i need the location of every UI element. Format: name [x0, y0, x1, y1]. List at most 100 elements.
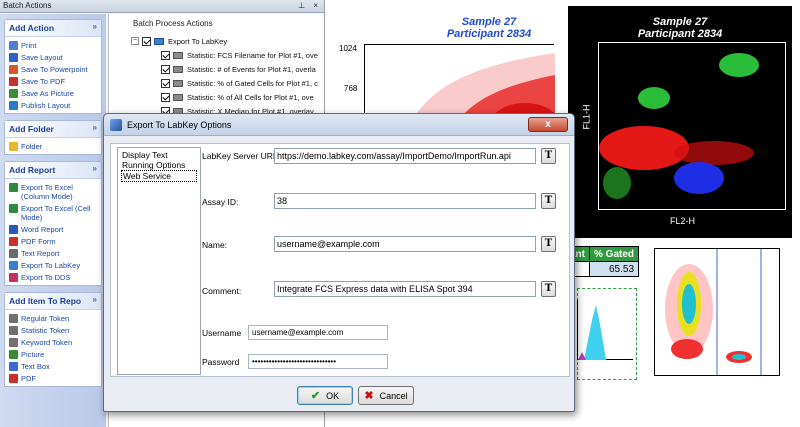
plot1-title-line1: Sample 27 [461, 16, 517, 28]
folder-icon [9, 141, 18, 151]
task-item[interactable]: Export To LabKey [5, 259, 101, 271]
task-group-header[interactable]: Add Report » [5, 162, 101, 179]
task-item[interactable]: Picture [5, 348, 101, 360]
task-item[interactable]: Folder [5, 140, 101, 152]
token-button[interactable]: T [541, 236, 556, 252]
checkmark-icon: ✔ [310, 390, 321, 402]
collapse-icon[interactable]: − [131, 37, 139, 45]
powerpoint-icon [9, 64, 18, 74]
nav-item-web-service[interactable]: Web Service [121, 170, 197, 182]
cancel-button[interactable]: ✖ Cancel [358, 386, 414, 405]
token-button[interactable]: T [541, 148, 556, 164]
task-item-label: Export To LabKey [21, 260, 81, 270]
collapse-chevron-icon[interactable]: » [93, 295, 97, 304]
token-button[interactable]: T [541, 281, 556, 297]
task-item[interactable]: Regular Token [5, 312, 101, 324]
task-item-label: Publish Layout [21, 100, 71, 110]
tree-item[interactable]: Statistic: % of All Cells for Plot #1, o… [109, 90, 324, 104]
task-item[interactable]: Publish Layout [5, 99, 101, 111]
app-icon [110, 118, 122, 131]
plot2-title-line1: Sample 27 [652, 16, 708, 28]
task-item[interactable]: Save Layout [5, 51, 101, 63]
task-item-label: Print [21, 40, 37, 50]
task-item[interactable]: Save To Powerpoint [5, 63, 101, 75]
token-icon [9, 325, 18, 335]
checkbox[interactable] [142, 36, 151, 46]
checkbox[interactable] [161, 50, 170, 60]
task-item-label: Regular Token [21, 313, 70, 323]
task-item[interactable]: Word Report [5, 223, 101, 235]
task-group: Add Item To Repo » Regular Token Statistic … [4, 292, 102, 387]
histogram-plot [577, 300, 633, 360]
password-input[interactable] [248, 354, 388, 369]
checkbox[interactable] [161, 64, 170, 74]
username-input[interactable] [248, 325, 388, 340]
tree-item-label: Statistic: FCS Filename for Plot #1, ove [187, 50, 318, 60]
task-group-header[interactable]: Add Action » [5, 20, 101, 37]
labkey-icon [154, 37, 164, 45]
task-item[interactable]: PDF [5, 372, 101, 384]
task-item[interactable]: Text Box [5, 360, 101, 372]
task-item-label: Keyword Token [21, 337, 73, 347]
task-item-label: Text Box [21, 361, 50, 371]
task-item[interactable]: Save To PDF [5, 75, 101, 87]
plot1-title-line2: Participant 2834 [446, 28, 532, 40]
picture-icon [9, 349, 18, 359]
plot1-ytick-768: 768 [344, 84, 358, 93]
token-button[interactable]: T [541, 193, 556, 209]
task-item[interactable]: Keyword Token [5, 336, 101, 348]
dialog-title: Export To LabKey Options [127, 119, 232, 130]
task-item[interactable]: Text Report [5, 247, 101, 259]
plot2-scatter[interactable] [598, 42, 786, 210]
tree-item[interactable]: Statistic: FCS Filename for Plot #1, ove [109, 48, 324, 62]
name-input[interactable] [274, 236, 536, 252]
close-button[interactable]: x [528, 117, 568, 132]
checkbox[interactable] [161, 92, 170, 102]
ok-button[interactable]: ✔ OK [297, 386, 353, 405]
tree-item-label: Statistic: % of Gated Cells for Plot #1,… [187, 78, 318, 88]
checkbox[interactable] [161, 78, 170, 88]
nav-item-running-options[interactable]: Running Options [121, 160, 197, 170]
labkey-icon [9, 260, 18, 270]
assay-id-input[interactable] [274, 193, 536, 209]
task-group-header[interactable]: Add Item To Repo » [5, 293, 101, 310]
task-item[interactable]: Export To DDS [5, 271, 101, 283]
task-item-label: PDF [21, 373, 36, 383]
dds-icon [9, 272, 18, 282]
globe-icon [9, 100, 18, 110]
collapse-chevron-icon[interactable]: » [93, 123, 97, 132]
task-item[interactable]: Statistic Token [5, 324, 101, 336]
comment-input[interactable] [274, 281, 536, 297]
task-pane: Add Action » Print Save Layout Save To Power… [0, 14, 106, 427]
assay-id-label: Assay ID: [202, 197, 239, 207]
pin-close-icon[interactable]: ⊥ × [298, 0, 321, 12]
nav-item-display-text[interactable]: Display Text [121, 150, 197, 160]
statistic-token-icon [173, 79, 183, 87]
task-item-label: Folder [21, 141, 43, 151]
task-item[interactable]: Save As Picture [5, 87, 101, 99]
cancel-label: Cancel [379, 390, 408, 401]
server-url-input[interactable] [274, 148, 536, 164]
tree-item[interactable]: Statistic: # of Events for Plot #1, over… [109, 62, 324, 76]
task-group: Add Action » Print Save Layout Save To Power… [4, 19, 102, 114]
task-item-label: Save As Picture [21, 88, 74, 98]
statistic-token-icon [173, 51, 183, 59]
tree-item-label: Statistic: # of Events for Plot #1, over… [187, 64, 316, 74]
task-item[interactable]: Export To Excel (Column Mode) [5, 181, 101, 202]
tree-item[interactable]: Statistic: % of Gated Cells for Plot #1,… [109, 76, 324, 90]
plot3-density[interactable] [654, 248, 780, 376]
username-label: Username [202, 328, 242, 338]
batch-actions-titlebar: Batch Actions ⊥ × [0, 0, 324, 13]
task-item-label: Export To Excel (Cell Mode) [21, 203, 91, 222]
password-label: Password [202, 357, 240, 367]
collapse-chevron-icon[interactable]: » [93, 22, 97, 31]
tree-root-row[interactable]: − Export To LabKey [109, 34, 324, 48]
comment-label: Comment: [202, 286, 242, 296]
task-group-header[interactable]: Add Folder » [5, 121, 101, 138]
task-item[interactable]: Export To Excel (Cell Mode) [5, 202, 101, 223]
dialog-titlebar[interactable]: Export To LabKey Options [104, 114, 574, 136]
task-item[interactable]: PDF Form [5, 235, 101, 247]
collapse-chevron-icon[interactable]: » [93, 164, 97, 173]
plot1-title: Sample 27 Participant 2834 [384, 16, 594, 40]
task-item[interactable]: Print [5, 39, 101, 51]
